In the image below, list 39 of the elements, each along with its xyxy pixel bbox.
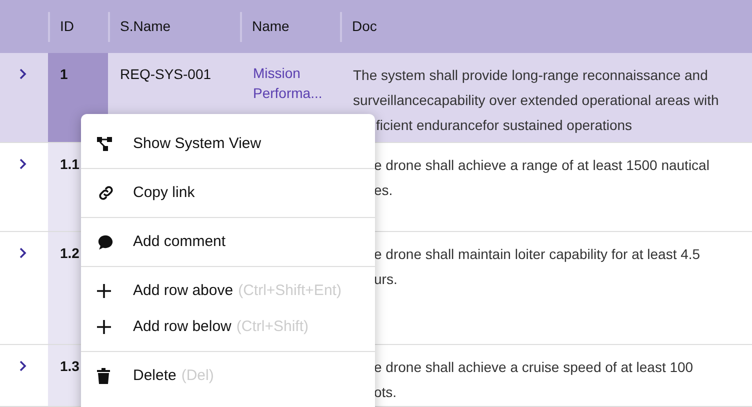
id-cell: 1 [60, 66, 68, 82]
hierarchy-icon [97, 137, 113, 151]
menu-item[interactable]: Copy link [81, 175, 375, 211]
menu-item[interactable]: Show System View [81, 126, 375, 162]
menu-item-label: Add row below [133, 316, 232, 337]
plus-icon [97, 284, 111, 298]
speech-bubble-icon [97, 234, 114, 250]
doc-text: e drone shall achieve a range of at least 1500 nautical [373, 156, 710, 175]
doc-text: The system shall provide long-range reconnaissance and [353, 66, 709, 85]
id-cell: 1.1 [60, 156, 80, 172]
expand-chevron-icon[interactable] [19, 68, 27, 80]
doc-text: e drone shall maintain loiter capability for at least 4.5 [373, 245, 702, 264]
column-header: ID [60, 17, 74, 36]
expand-chevron-icon[interactable] [19, 247, 27, 259]
doc-text: e drone shall achieve a cruise speed of at least 100 [373, 358, 694, 377]
trash-icon [97, 368, 110, 384]
column-header: S.Name [120, 17, 171, 36]
menu-item[interactable]: Add comment [81, 224, 375, 260]
menu-item-label: Delete [133, 366, 176, 386]
menu-item-label: Copy link [133, 182, 195, 203]
doc-text: surveillancecapability over extended operational areas with [353, 91, 720, 110]
menu-item-label: Show System View [133, 134, 262, 154]
doc-text: ots. [373, 383, 398, 402]
menu-item-label: Add comment [133, 232, 226, 252]
s-name-cell: REQ-SYS-001 [120, 66, 212, 82]
doc-text: ficient endurancefor sustained operations [375, 116, 634, 135]
doc-text: urs. [373, 270, 398, 289]
doc-text: es. [373, 181, 394, 200]
name-link[interactable]: Performa... [253, 83, 340, 103]
name-link[interactable]: Mission [253, 63, 340, 83]
column-header: Doc [352, 17, 377, 36]
id-cell: 1.2 [60, 245, 80, 261]
column-header: Name [252, 17, 290, 36]
expand-chevron-icon[interactable] [19, 158, 27, 170]
menu-item-label: Add row above [133, 280, 234, 301]
expand-chevron-icon[interactable] [19, 360, 27, 372]
id-cell: 1.3 [60, 358, 80, 374]
link-icon [97, 184, 115, 202]
plus-icon [97, 320, 111, 334]
